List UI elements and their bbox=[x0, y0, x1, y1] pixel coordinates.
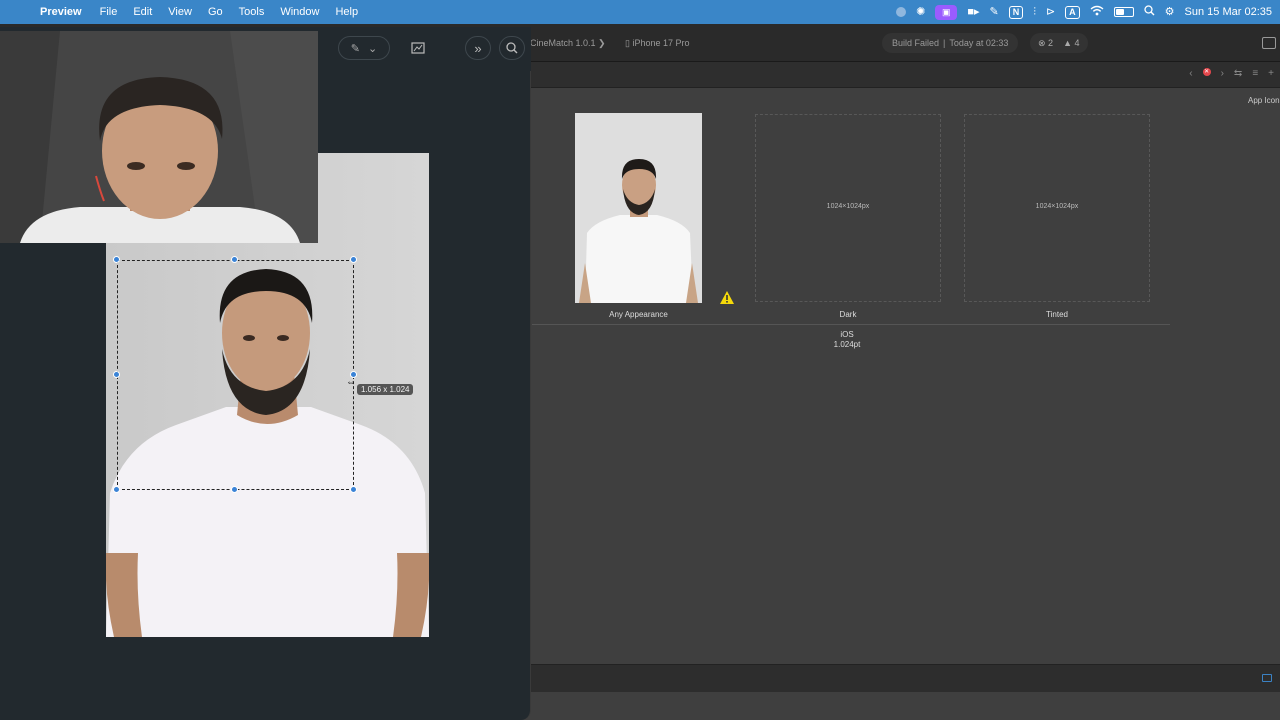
warning-indicator: ▲ 4 bbox=[1063, 38, 1080, 48]
selection-handle-left[interactable] bbox=[113, 371, 120, 378]
control-center-icon[interactable]: ⚙ bbox=[1165, 5, 1175, 19]
preview-search-icon[interactable] bbox=[499, 36, 525, 60]
feather-icon[interactable]: ✎ bbox=[989, 5, 998, 19]
editor-nav: ‹ ✕ › ⇆ ≡ + bbox=[1189, 68, 1274, 79]
editor-options-icon[interactable]: ≡ bbox=[1252, 68, 1258, 79]
webcam-feed bbox=[0, 31, 318, 243]
error-indicator: ⊗ 2 bbox=[1038, 37, 1054, 48]
more-tools-icon[interactable]: » bbox=[465, 36, 491, 60]
device-name: iPhone 17 Pro bbox=[632, 38, 690, 48]
icon-slot-any-appearance[interactable] bbox=[575, 113, 702, 303]
debug-area-toggle-icon[interactable] bbox=[1262, 674, 1272, 682]
slot-label-dark: Dark bbox=[839, 310, 857, 319]
selection-size-tooltip: 1.056 x 1.024 bbox=[357, 384, 414, 395]
menubar-clock[interactable]: Sun 15 Mar 02:35 bbox=[1185, 6, 1272, 18]
run-destination[interactable]: ▯ iPhone 17 Pro bbox=[625, 38, 690, 49]
add-editor-icon[interactable]: + bbox=[1268, 68, 1274, 79]
slot-label-any-appearance: Any Appearance bbox=[609, 310, 668, 319]
selection-handle-top-left[interactable] bbox=[113, 256, 120, 263]
selection-handle-top[interactable] bbox=[231, 256, 238, 263]
back-icon[interactable]: ‹ bbox=[1189, 68, 1192, 79]
related-items-icon[interactable]: ⇆ bbox=[1234, 68, 1242, 79]
error-badge-icon[interactable]: ✕ bbox=[1202, 68, 1211, 76]
status-area: ✺ ▣ ■▸ ✎ N ⫶ ⊳ A ⚙ Sun 15 Mar 02:35 bbox=[896, 4, 1280, 20]
webcam-overlay bbox=[0, 31, 318, 243]
adjust-size-icon[interactable] bbox=[405, 36, 431, 60]
menu-app-name[interactable]: Preview bbox=[40, 6, 92, 18]
issues-indicator[interactable]: ⊗ 2 ▲ 4 bbox=[1030, 33, 1088, 53]
notion-icon[interactable]: N bbox=[1008, 5, 1024, 19]
menu-window[interactable]: Window bbox=[272, 6, 327, 18]
warning-icon[interactable] bbox=[719, 290, 735, 305]
menu-view[interactable]: View bbox=[160, 6, 200, 18]
markup-tools-group[interactable]: ✎ ⌄ bbox=[338, 36, 390, 60]
battery-icon[interactable] bbox=[1113, 7, 1134, 17]
chevron-down-icon[interactable]: ⌄ bbox=[368, 42, 377, 55]
scheme-selector[interactable]: CineMatch 1.0.1 ❯ bbox=[530, 38, 606, 49]
selection-handle-bottom[interactable] bbox=[231, 486, 238, 493]
inspector-toggle-icon[interactable] bbox=[1262, 37, 1276, 49]
airpods-icon[interactable]: ⫶ bbox=[1033, 5, 1036, 19]
play-circle-icon[interactable]: ⊳ bbox=[1046, 5, 1055, 19]
search-icon[interactable] bbox=[1144, 4, 1155, 20]
build-status[interactable]: Build Failed | Today at 02:33 bbox=[882, 33, 1019, 53]
platform-info: iOS 1.024pt bbox=[800, 330, 894, 350]
selection-handle-bottom-right[interactable] bbox=[350, 486, 357, 493]
record-dot-icon[interactable] bbox=[896, 7, 907, 17]
selection-handle-top-right[interactable] bbox=[350, 256, 357, 263]
menu-tools[interactable]: Tools bbox=[231, 6, 273, 18]
menu-edit[interactable]: Edit bbox=[125, 6, 160, 18]
keyboard-input-icon[interactable]: A bbox=[1065, 5, 1080, 19]
app-icon-label: App Icon bbox=[1248, 96, 1280, 105]
menu-file[interactable]: File bbox=[92, 6, 126, 18]
editor-tab-bar: ‹ ✕ › ⇆ ≡ + bbox=[530, 62, 1280, 88]
platform-name: iOS bbox=[840, 330, 854, 339]
chatgpt-icon[interactable]: ✺ bbox=[916, 5, 925, 19]
build-status-text: Build Failed bbox=[892, 38, 940, 48]
resize-cursor-icon: ⇔ bbox=[346, 377, 356, 388]
platform-size: 1.024pt bbox=[833, 340, 861, 349]
menu-go[interactable]: Go bbox=[200, 6, 231, 18]
slot-size-tinted: 1024×1024px bbox=[1035, 203, 1079, 210]
slot-divider bbox=[532, 324, 1170, 325]
screen-capture-icon[interactable]: ▣ bbox=[935, 4, 958, 20]
build-separator: | bbox=[943, 38, 946, 48]
selection-rectangle[interactable] bbox=[117, 260, 354, 490]
wifi-icon[interactable] bbox=[1090, 5, 1104, 20]
error-count: 2 bbox=[1048, 37, 1054, 48]
selection-handle-bottom-left[interactable] bbox=[113, 486, 120, 493]
icon-slot-dark[interactable]: 1024×1024px bbox=[755, 114, 941, 302]
icon-slot-tinted[interactable]: 1024×1024px bbox=[964, 114, 1150, 302]
warning-count: 4 bbox=[1074, 38, 1080, 48]
menu-bar: Preview File Edit View Go Tools Window H… bbox=[0, 0, 1280, 24]
menu-help[interactable]: Help bbox=[327, 6, 366, 18]
slot-size-dark: 1024×1024px bbox=[826, 203, 870, 210]
app-icon-image bbox=[575, 113, 702, 303]
video-camera-icon[interactable]: ■▸ bbox=[967, 5, 979, 19]
scheme-name: CineMatch 1.0.1 bbox=[530, 38, 596, 48]
pen-icon[interactable]: ✎ bbox=[351, 42, 360, 55]
build-time: Today at 02:33 bbox=[949, 38, 1009, 48]
forward-icon[interactable]: › bbox=[1221, 68, 1224, 79]
slot-label-tinted: Tinted bbox=[1046, 310, 1068, 319]
debug-bar bbox=[530, 664, 1280, 692]
